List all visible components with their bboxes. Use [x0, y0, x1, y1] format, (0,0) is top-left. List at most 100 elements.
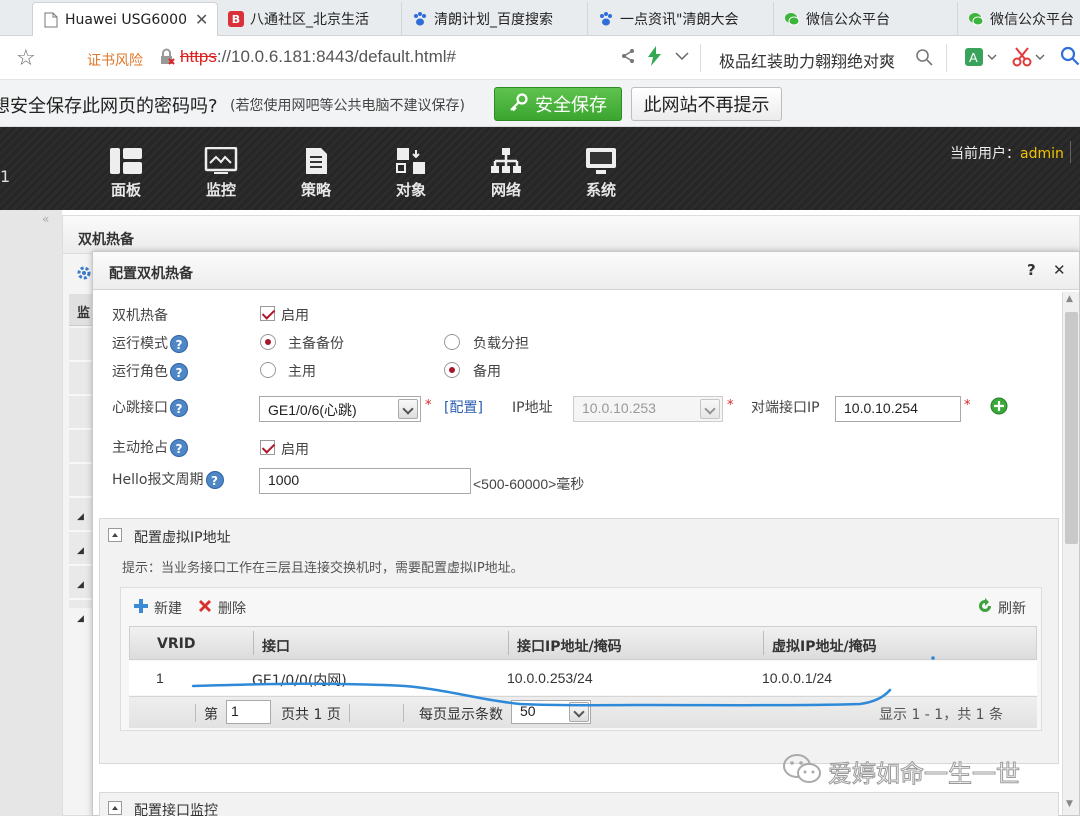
- hello-period-range: <500-60000>毫秒: [473, 476, 585, 492]
- search-icon[interactable]: [1060, 46, 1080, 70]
- star-icon[interactable]: ☆: [16, 46, 36, 71]
- run-mode-radio-load-balance[interactable]: [444, 334, 460, 350]
- run-role-radio-master[interactable]: [260, 362, 276, 378]
- triangle-icon[interactable]: ◢: [77, 546, 84, 556]
- preempt-enable-text: 启用: [281, 442, 309, 458]
- chevron-down-icon[interactable]: [674, 48, 690, 68]
- heartbeat-select[interactable]: GE1/0/6(心跳): [259, 396, 421, 422]
- current-user-name[interactable]: admin: [1020, 146, 1064, 162]
- scissors-icon[interactable]: [1012, 46, 1046, 72]
- safe-save-button[interactable]: 安全保存: [494, 87, 622, 121]
- required-mark: *: [727, 398, 734, 413]
- scroll-down-icon[interactable]: ▼: [1066, 799, 1073, 809]
- baidu-paw-icon: [598, 11, 614, 27]
- side-table-rows: [69, 328, 93, 608]
- config-link[interactable]: [配置]: [444, 397, 483, 417]
- tab-wechat-2[interactable]: 微信公众平台: [958, 2, 1080, 36]
- add-icon[interactable]: [990, 397, 1008, 419]
- new-button[interactable]: 新建: [154, 598, 182, 618]
- collapse-icon[interactable]: «: [42, 212, 49, 226]
- nav-network[interactable]: 网络: [476, 147, 536, 200]
- left-gutter: «: [0, 210, 62, 816]
- collapse-toggle-icon[interactable]: [108, 801, 122, 815]
- address-bar: ☆ 证书风险 https://10.0.6.181:8443/default.h…: [0, 36, 1080, 80]
- divider: [763, 631, 764, 655]
- column-header[interactable]: 接口: [262, 636, 290, 656]
- add-icon[interactable]: [133, 598, 149, 618]
- preempt-checkbox[interactable]: [260, 440, 275, 455]
- watermark-text: 爱婷如命一生一世: [828, 759, 1021, 788]
- tab-batong[interactable]: B 八通社区_北京生活: [218, 2, 402, 36]
- nav-dashboard[interactable]: 面板: [96, 147, 156, 200]
- search-icon[interactable]: [915, 48, 933, 70]
- hot-standby-dialog: 配置双机热备 ? ✕ 双机热备 启用 运行模式? 主备备份 负载分担 运行角色?…: [92, 251, 1080, 816]
- tab-huawei-usg[interactable]: Huawei USG6000 ✕: [32, 2, 218, 36]
- help-icon[interactable]: ?: [170, 335, 188, 353]
- wechat-icon: [968, 11, 984, 27]
- object-icon: [396, 148, 425, 174]
- triangle-icon[interactable]: ◢: [77, 614, 84, 624]
- nav-system[interactable]: 系统: [571, 147, 631, 200]
- nav-monitor[interactable]: 监控: [191, 147, 251, 200]
- search-input[interactable]: 极品红装助力翱翔绝对爽: [719, 48, 895, 72]
- close-icon[interactable]: ✕: [195, 10, 208, 29]
- heartbeat-label: 心跳接口?: [112, 397, 188, 417]
- page-input[interactable]: 1: [226, 700, 271, 724]
- run-role-option: 备用: [473, 364, 501, 380]
- grid-header: VRID 接口 接口IP地址/掩码 虚拟IP地址/掩码: [129, 626, 1037, 660]
- hello-period-input[interactable]: 1000: [259, 468, 471, 494]
- share-icon[interactable]: [620, 48, 636, 68]
- dialog-scrollbar[interactable]: ▲ ▼: [1062, 292, 1079, 815]
- required-mark: *: [425, 398, 432, 413]
- tab-wechat-1[interactable]: 微信公众平台: [774, 2, 958, 36]
- never-prompt-button[interactable]: 此网站不再提示: [631, 87, 782, 121]
- column-header[interactable]: 接口IP地址/掩码: [517, 636, 622, 656]
- help-icon[interactable]: ?: [205, 471, 224, 489]
- browser-tab-bar: Huawei USG6000 ✕ B 八通社区_北京生活 清朗计划_百度搜索 一…: [0, 0, 1080, 36]
- triangle-icon[interactable]: ◢: [77, 512, 84, 522]
- translate-icon[interactable]: A: [964, 46, 998, 72]
- triangle-icon[interactable]: ◢: [77, 580, 84, 590]
- chevron-down-icon[interactable]: [398, 399, 418, 419]
- hot-standby-checkbox[interactable]: [260, 306, 275, 321]
- delete-button[interactable]: 删除: [218, 598, 246, 618]
- peer-ip-input[interactable]: 10.0.10.254: [835, 396, 961, 422]
- nav-object[interactable]: 对象: [381, 147, 441, 200]
- run-mode-option: 主备备份: [288, 336, 344, 352]
- column-header[interactable]: VRID: [157, 636, 195, 652]
- dashboard-icon: [110, 148, 142, 174]
- delete-icon[interactable]: [197, 598, 213, 618]
- run-mode-radio-active-standby[interactable]: [260, 334, 276, 350]
- tab-baidu-search[interactable]: 清朗计划_百度搜索: [402, 2, 588, 36]
- close-icon[interactable]: ✕: [1053, 261, 1066, 279]
- scrollbar-thumb[interactable]: [1065, 312, 1078, 544]
- scroll-up-icon[interactable]: ▲: [1066, 294, 1073, 304]
- column-header[interactable]: 虚拟IP地址/掩码: [772, 636, 877, 656]
- run-role-radio-backup[interactable]: [444, 362, 460, 378]
- help-icon[interactable]: ?: [170, 399, 188, 417]
- url-text[interactable]: https://10.0.6.181:8443/default.html#: [180, 47, 456, 67]
- network-icon: [491, 148, 521, 173]
- lightning-icon[interactable]: [648, 46, 662, 70]
- chevron-down-icon[interactable]: [700, 399, 720, 419]
- help-icon[interactable]: ?: [170, 439, 188, 457]
- tab-yidian[interactable]: 一点资讯"清朗大会: [588, 2, 774, 36]
- divider: [946, 44, 947, 72]
- virtual-ip-section: 配置虚拟IP地址 提示：当业务接口工作在三层且连接交换机时，需要配置虚拟IP地址…: [99, 518, 1059, 764]
- gear-icon: [75, 264, 93, 286]
- virtual-ip-section-title: 配置虚拟IP地址: [134, 530, 231, 546]
- help-icon[interactable]: ?: [1027, 261, 1036, 279]
- chevron-down-icon[interactable]: [569, 702, 589, 722]
- pager-summary: 显示 1 - 1，共 1 条: [879, 707, 1004, 723]
- nav-policy[interactable]: 策略: [286, 147, 346, 200]
- dialog-title: 配置双机热备: [109, 266, 193, 282]
- refresh-icon[interactable]: [977, 598, 993, 618]
- refresh-button[interactable]: 刷新: [998, 598, 1026, 618]
- help-icon[interactable]: ?: [170, 363, 188, 381]
- password-note: (若您使用网吧等公共电脑不建议保存): [230, 98, 465, 114]
- collapse-toggle-icon[interactable]: [108, 528, 122, 542]
- panel-header: 双机热备: [63, 216, 1079, 254]
- cert-warning[interactable]: 证书风险: [87, 50, 143, 70]
- interface-monitor-title: 配置接口监控: [134, 803, 218, 816]
- table-row[interactable]: 1 GE1/0/0(内网) 10.0.0.253/24 10.0.0.1/24: [129, 661, 1037, 695]
